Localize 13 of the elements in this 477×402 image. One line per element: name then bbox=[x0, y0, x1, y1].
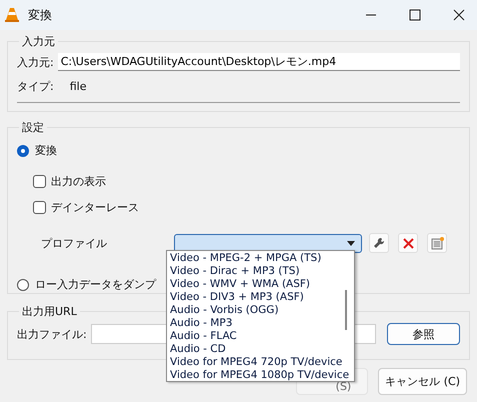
group-title: 出力用URL bbox=[21, 304, 78, 319]
type-label: タイプ: bbox=[17, 79, 54, 94]
window-title: 変換 bbox=[28, 6, 52, 24]
group-title: 入力元 bbox=[21, 34, 56, 49]
group-title: 設定 bbox=[21, 120, 45, 135]
checkbox-label: デインターレース bbox=[51, 200, 139, 215]
profile-label: プロファイル bbox=[41, 236, 108, 250]
type-value: file bbox=[70, 80, 86, 93]
checkbox-label: 出力の表示 bbox=[51, 174, 106, 189]
radio-label: 変換 bbox=[35, 143, 57, 158]
field-label: 入力元: bbox=[17, 54, 54, 70]
radio-label: ロー入力データをダンプ bbox=[35, 277, 156, 292]
field-label: 出力ファイル: bbox=[17, 326, 87, 342]
